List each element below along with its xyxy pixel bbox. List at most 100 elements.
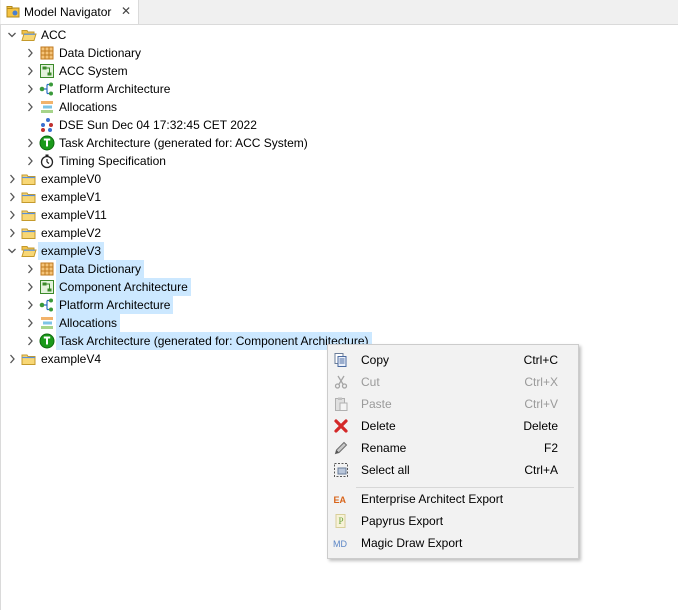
menu-item-cut: Cut Ctrl+X: [328, 371, 578, 393]
platform-icon: [39, 297, 55, 313]
tree-node-item[interactable]: Timing Specification: [0, 152, 678, 170]
view-tab-bar: Model Navigator ✕: [0, 0, 678, 25]
task-icon: [39, 333, 55, 349]
folder-open-icon: [21, 243, 37, 259]
chevron-right-icon[interactable]: [24, 152, 36, 170]
tree-node-project[interactable]: exampleV2: [0, 224, 678, 242]
chevron-right-icon[interactable]: [24, 314, 36, 332]
chevron-right-icon[interactable]: [24, 332, 36, 350]
menu-item-label: Enterprise Architect Export: [361, 492, 504, 506]
tree-node-project[interactable]: exampleV1: [0, 188, 678, 206]
chevron-right-icon[interactable]: [6, 206, 18, 224]
model-navigator-icon: [6, 5, 20, 22]
svg-text:P: P: [339, 516, 344, 526]
tree-node-label: exampleV4: [41, 352, 102, 366]
chevron-right-icon[interactable]: [24, 260, 36, 278]
copy-icon: [333, 352, 349, 368]
tree-node-item[interactable]: Task Architecture (generated for: ACC Sy…: [0, 134, 678, 152]
select-all-icon: [333, 462, 349, 478]
menu-item-select-all[interactable]: Select all Ctrl+A: [328, 459, 578, 481]
dse-icon: [39, 117, 55, 133]
view-title: Model Navigator: [24, 5, 112, 19]
folder-icon: [21, 207, 37, 223]
platform-icon: [39, 81, 55, 97]
tree-node-label: DSE Sun Dec 04 17:32:45 CET 2022: [59, 118, 257, 132]
tree-node-item[interactable]: DSE Sun Dec 04 17:32:45 CET 2022: [0, 116, 678, 134]
component-icon: [39, 279, 55, 295]
component-icon: [39, 63, 55, 79]
context-menu: Copy Ctrl+C Cut Ctrl+X Paste Ctrl+V Delete Dele…: [327, 344, 579, 559]
menu-item-shortcut: Ctrl+C: [523, 353, 558, 367]
tree-node-label: Platform Architecture: [56, 296, 174, 314]
tab-model-navigator[interactable]: Model Navigator ✕: [1, 0, 139, 24]
menu-item-label: Rename: [361, 441, 407, 455]
tree-node-label: Timing Specification: [59, 154, 166, 168]
data-dictionary-icon: [39, 45, 55, 61]
menu-item-shortcut: Delete: [523, 419, 558, 433]
menu-item-shortcut: Ctrl+A: [524, 463, 558, 477]
tree-node-label: exampleV3: [38, 242, 105, 260]
chevron-right-icon[interactable]: [6, 350, 18, 368]
tree-node-label: Data Dictionary: [56, 260, 145, 278]
tree-node-item[interactable]: Component Architecture: [0, 278, 678, 296]
tree-node-label: exampleV1: [41, 190, 102, 204]
tree-node-label: exampleV0: [41, 172, 102, 186]
cut-icon: [333, 374, 349, 390]
ea-export-icon: EA: [333, 491, 349, 507]
chevron-down-icon[interactable]: [6, 26, 18, 44]
menu-item-copy[interactable]: Copy Ctrl+C: [328, 349, 578, 371]
tree-node-item[interactable]: ACC System: [0, 62, 678, 80]
tree-node-label: ACC System: [59, 64, 128, 78]
menu-item-magic-draw-export[interactable]: MD Magic Draw Export: [328, 532, 578, 554]
tree-node-label: Platform Architecture: [59, 82, 171, 96]
rename-icon: [333, 440, 349, 456]
chevron-right-icon[interactable]: [6, 188, 18, 206]
chevron-right-icon[interactable]: [24, 296, 36, 314]
tree-node-label: Allocations: [56, 314, 121, 332]
tree-node-label: Allocations: [59, 100, 118, 114]
menu-item-label: Papyrus Export: [361, 514, 444, 528]
chevron-right-icon[interactable]: [24, 98, 36, 116]
menu-item-shortcut: Ctrl+X: [524, 375, 558, 389]
tree-node-item[interactable]: Data Dictionary: [0, 44, 678, 62]
menu-item-rename[interactable]: Rename F2: [328, 437, 578, 459]
tree-node-item[interactable]: Platform Architecture: [0, 296, 678, 314]
chevron-right-icon[interactable]: [6, 170, 18, 188]
tree-node-label: Task Architecture (generated for: Compon…: [56, 332, 372, 350]
tree-node-label: ACC: [41, 28, 67, 42]
close-icon[interactable]: ✕: [121, 4, 131, 18]
menu-item-label: Delete: [361, 419, 396, 433]
chevron-right-icon[interactable]: [24, 80, 36, 98]
timing-icon: [39, 153, 55, 169]
allocations-icon: [39, 99, 55, 115]
menu-item-enterprise-architect-export[interactable]: EA Enterprise Architect Export: [328, 488, 578, 510]
tree-node-item[interactable]: Data Dictionary: [0, 260, 678, 278]
menu-item-shortcut: F2: [543, 441, 558, 455]
tree-node-item[interactable]: Platform Architecture: [0, 80, 678, 98]
tree-node-project[interactable]: exampleV11: [0, 206, 678, 224]
tree-node-item[interactable]: Allocations: [0, 98, 678, 116]
chevron-right-icon[interactable]: [24, 134, 36, 152]
menu-item-delete[interactable]: Delete Delete: [328, 415, 578, 437]
chevron-right-icon[interactable]: [6, 224, 18, 242]
menu-item-label: Magic Draw Export: [361, 536, 463, 550]
tree-node-project[interactable]: ACC: [0, 26, 678, 44]
tree-node-project[interactable]: exampleV3: [0, 242, 678, 260]
chevron-right-icon[interactable]: [24, 278, 36, 296]
menu-item-label: Copy: [361, 353, 390, 367]
folder-open-icon: [21, 27, 37, 43]
allocations-icon: [39, 315, 55, 331]
tree-node-item[interactable]: Allocations: [0, 314, 678, 332]
chevron-right-icon[interactable]: [24, 62, 36, 80]
tree-node-project[interactable]: exampleV0: [0, 170, 678, 188]
chevron-down-icon[interactable]: [6, 242, 18, 260]
menu-item-label: Select all: [361, 463, 410, 477]
svg-text:EA: EA: [334, 495, 347, 505]
tree-node-label: Task Architecture (generated for: ACC Sy…: [59, 136, 308, 150]
chevron-right-icon[interactable]: [24, 44, 36, 62]
folder-icon: [21, 189, 37, 205]
folder-icon: [21, 171, 37, 187]
menu-item-papyrus-export[interactable]: P Papyrus Export: [328, 510, 578, 532]
papyrus-export-icon: P: [333, 513, 349, 529]
menu-item-label: Paste: [361, 397, 392, 411]
